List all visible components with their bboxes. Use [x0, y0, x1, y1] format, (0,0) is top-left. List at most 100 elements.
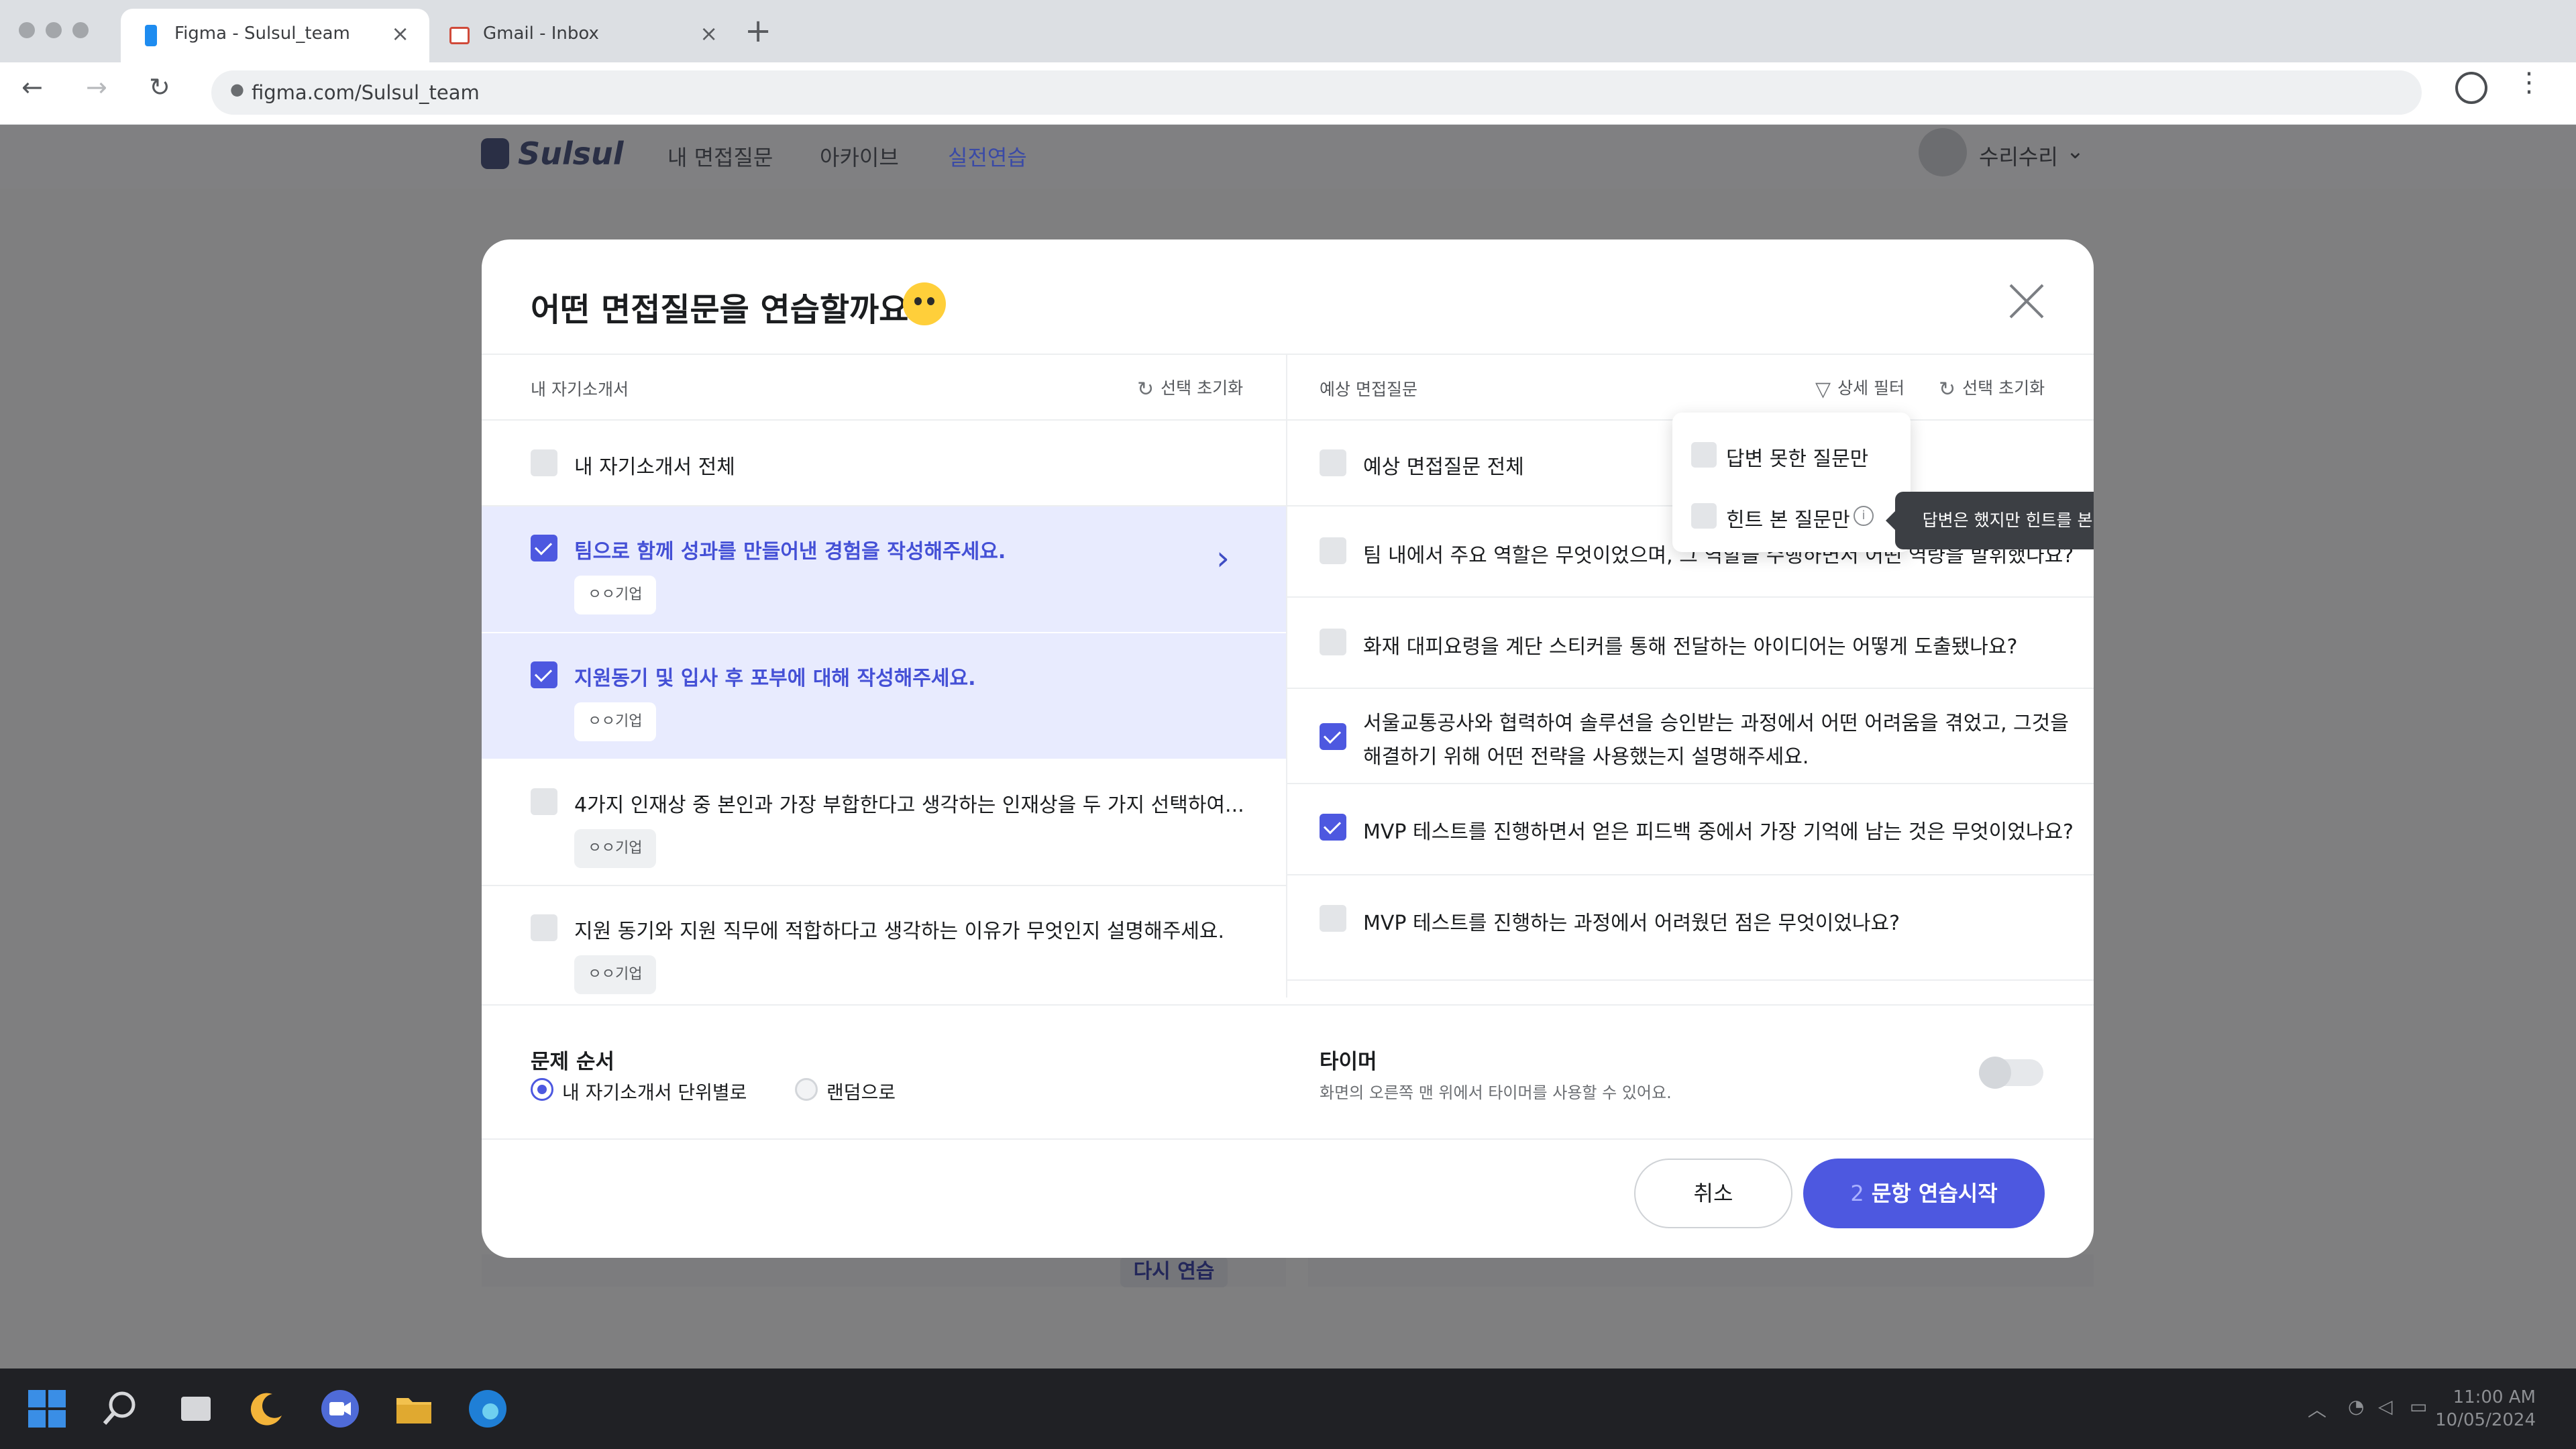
left-item-3[interactable]: 4가지 인재상 중 본인과 가장 부합한다고 생각하는 인재상을 두 가지 선택… — [482, 760, 1286, 885]
battery-icon[interactable]: ▭ — [2410, 1395, 2427, 1417]
right-item-4[interactable]: MVP 테스트를 진행하면서 얻은 피드백 중에서 가장 기억에 남는 것은 무… — [1287, 784, 2094, 874]
start-practice-button[interactable]: 2 문항 연습시작 — [1803, 1159, 2045, 1228]
app-logo[interactable]: Sulsul — [518, 136, 624, 172]
order-label: 문제 순서 — [531, 1050, 614, 1074]
right-item-text: MVP 테스트를 진행하면서 얻은 피드백 중에서 가장 기억에 남는 것은 무… — [1363, 820, 2074, 844]
checkbox-unanswered-only[interactable] — [1691, 442, 1717, 468]
filter-option-hint[interactable]: 힌트 본 질문만 — [1726, 503, 1850, 533]
order-option-random[interactable]: 랜덤으로 — [826, 1078, 896, 1105]
browser-menu-icon[interactable]: ⋮ — [2516, 67, 2542, 98]
company-tag: ㅇㅇ기업 — [574, 829, 656, 868]
gmail-icon — [449, 27, 470, 44]
nav-my-questions[interactable]: 내 면접질문 — [667, 141, 773, 172]
checkbox-left-item[interactable] — [531, 535, 557, 561]
cancel-button[interactable]: 취소 — [1634, 1159, 1792, 1228]
checkbox-left-item[interactable] — [531, 788, 557, 815]
company-tag: ㅇㅇ기업 — [574, 702, 656, 741]
timer-toggle[interactable] — [1979, 1057, 2043, 1089]
user-name[interactable]: 수리수리 — [1979, 140, 2058, 171]
left-item-text: 지원동기 및 입사 후 포부에 대해 작성해주세요. — [574, 667, 976, 690]
filter-label: 상세 필터 — [1837, 378, 1905, 398]
right-item-text: MVP 테스트를 진행하는 과정에서 어려웠던 점은 무엇이었나요? — [1363, 912, 1900, 935]
nav-archive[interactable]: 아카이브 — [820, 141, 899, 172]
retry-button[interactable]: 다시 연습 — [1120, 1256, 1228, 1287]
checkbox-right-item[interactable] — [1320, 814, 1346, 841]
refresh-icon: ↻ — [1137, 378, 1155, 401]
left-item-text: 4가지 인재상 중 본인과 가장 부합한다고 생각하는 인재상을 두 가지 선택… — [574, 794, 1244, 817]
avatar[interactable] — [1919, 128, 1967, 176]
clock-time: 11:00 AM — [2453, 1387, 2536, 1407]
checkbox-left-item[interactable] — [531, 661, 557, 688]
filter-option-unanswered[interactable]: 답변 못한 질문만 — [1726, 442, 1868, 472]
divider — [1287, 979, 2094, 981]
detail-filter-button[interactable]: ▽ 상세 필터 — [1815, 375, 1904, 401]
close-tab-icon[interactable]: × — [700, 21, 718, 46]
smile-emoji-icon — [903, 282, 946, 325]
back-arrow-icon[interactable]: ← — [21, 72, 43, 102]
right-all-label: 예상 면접질문 전체 — [1363, 455, 1524, 479]
checkbox-right-item[interactable] — [1320, 629, 1346, 655]
refresh-icon: ↻ — [1939, 378, 1956, 401]
right-item-3[interactable]: 서울교통공사와 협력하여 솔루션을 승인받는 과정에서 어떤 어려움을 겪었고,… — [1287, 689, 2094, 783]
video-app-icon[interactable] — [320, 1389, 360, 1429]
filter-dropdown: 답변 못한 질문만 힌트 본 질문만 i — [1672, 413, 1911, 552]
right-item-text-line1: 서울교통공사와 협력하여 솔루션을 승인받는 과정에서 어떤 어려움을 겪었고,… — [1363, 712, 2069, 735]
moon-app-icon[interactable] — [246, 1389, 286, 1429]
company-tag: ㅇㅇ기업 — [574, 955, 656, 994]
close-icon[interactable] — [2006, 281, 2047, 321]
window-close-dot[interactable] — [19, 22, 35, 38]
window-maximize-dot[interactable] — [72, 22, 89, 38]
forward-arrow-icon[interactable]: → — [86, 72, 107, 102]
checkbox-right-item[interactable] — [1320, 905, 1346, 932]
task-view-icon[interactable] — [176, 1389, 216, 1429]
checkbox-right-all[interactable] — [1320, 449, 1346, 476]
windows-start-icon[interactable] — [27, 1389, 67, 1429]
left-item-2[interactable]: 지원동기 및 입사 후 포부에 대해 작성해주세요. ㅇㅇ기업 — [482, 633, 1286, 759]
search-icon[interactable] — [99, 1389, 140, 1429]
left-item-4[interactable]: 지원 동기와 지원 직무에 적합하다고 생각하는 이유가 무엇인지 설명해주세요… — [482, 886, 1286, 998]
volume-icon[interactable]: ◁ — [2378, 1395, 2393, 1417]
radio-order-random[interactable] — [795, 1078, 818, 1101]
checkbox-left-all[interactable] — [531, 449, 557, 476]
checkbox-hint-only[interactable] — [1691, 503, 1717, 529]
right-item-5[interactable]: MVP 테스트를 진행하는 과정에서 어려웠던 점은 무엇이었나요? — [1287, 875, 2094, 965]
window-minimize-dot[interactable] — [46, 22, 62, 38]
folder-icon[interactable] — [394, 1389, 434, 1429]
nav-practice[interactable]: 실전연습 — [948, 141, 1027, 172]
right-item-2[interactable]: 화재 대피요령을 계단 스티커를 통해 전달하는 아이디어는 어떻게 도출됐나요… — [1287, 598, 2094, 688]
info-icon[interactable]: i — [1854, 506, 1874, 526]
practice-modal: 어떤 면접질문을 연습할까요? 내 자기소개서 ↻ 선택 초기화 내 자기소개서 … — [482, 239, 2094, 1258]
tab-figma[interactable]: Figma - Sulsul_team × — [121, 9, 429, 62]
checkbox-right-item[interactable] — [1320, 537, 1346, 564]
app-header — [0, 125, 2576, 189]
tab-gmail[interactable]: Gmail - Inbox × — [429, 9, 738, 62]
chevron-down-icon[interactable]: ⌄ — [2066, 138, 2084, 164]
close-tab-icon[interactable]: × — [391, 21, 409, 46]
chevron-up-icon[interactable]: ︿ — [2308, 1395, 2326, 1422]
checkbox-right-item[interactable] — [1320, 723, 1346, 750]
left-reset-button[interactable]: ↻ 선택 초기화 — [1137, 375, 1243, 401]
new-tab-button[interactable]: + — [745, 12, 771, 50]
left-item-1[interactable]: 팀으로 함께 성과를 만들어낸 경험을 작성해주세요. ㅇㅇ기업 › — [482, 506, 1286, 632]
tooltip: 답변은 했지만 힌트를 본 질문도 포함돼요. — [1886, 492, 2094, 549]
system-clock[interactable]: 11:00 AM 10/05/2024 — [2435, 1386, 2536, 1432]
divider — [482, 354, 2094, 355]
wifi-icon[interactable]: ◔ — [2348, 1395, 2364, 1417]
reload-icon[interactable]: ↻ — [149, 72, 170, 102]
profile-icon[interactable] — [2455, 72, 2487, 104]
right-reset-button[interactable]: ↻ 선택 초기화 — [1939, 375, 2045, 401]
figma-icon — [145, 25, 157, 46]
right-item-text: 화재 대피요령을 계단 스티커를 통해 전달하는 아이디어는 어떻게 도출됐나요… — [1363, 635, 2018, 659]
edge-browser-icon[interactable] — [468, 1389, 508, 1429]
left-all-row[interactable]: 내 자기소개서 전체 — [482, 421, 1286, 505]
timer-label: 타이머 — [1320, 1050, 1377, 1074]
left-item-text: 팀으로 함께 성과를 만들어낸 경험을 작성해주세요. — [574, 540, 1006, 564]
radio-order-by-unit[interactable] — [531, 1078, 553, 1101]
chevron-right-icon[interactable]: › — [1216, 539, 1230, 578]
left-item-text: 지원 동기와 지원 직무에 적합하다고 생각하는 이유가 무엇인지 설명해주세요… — [574, 920, 1225, 943]
order-option-by-unit[interactable]: 내 자기소개서 단위별로 — [562, 1078, 747, 1105]
checkbox-left-item[interactable] — [531, 914, 557, 941]
left-column-title: 내 자기소개서 — [531, 380, 629, 399]
filter-icon: ▽ — [1815, 378, 1831, 401]
url-field[interactable]: ● figma.com/Sulsul_team — [211, 70, 2422, 115]
